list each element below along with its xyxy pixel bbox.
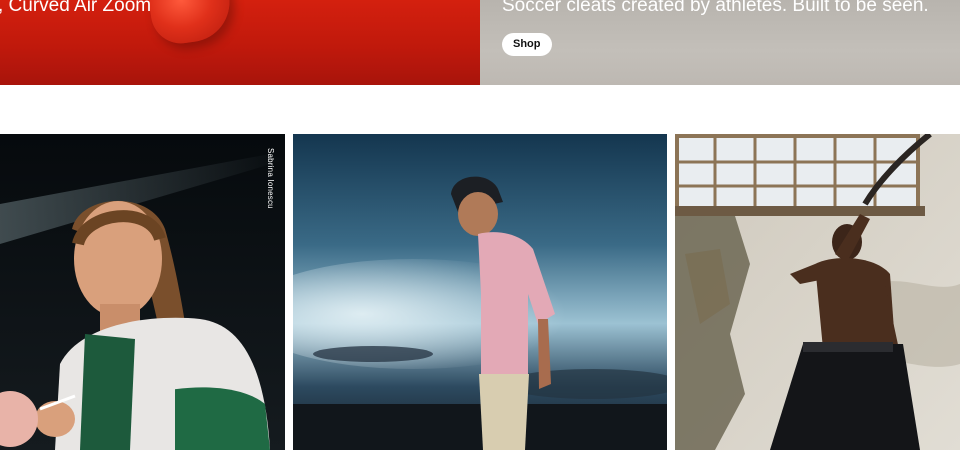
hero-subheadline: Soccer cleats created by athletes. Built… bbox=[502, 0, 929, 16]
man-pink-polo-image bbox=[293, 134, 667, 450]
hero-banner-left[interactable]: , Curved Air Zoom bbox=[0, 0, 480, 85]
page: , Curved Air Zoom Soccer cleats created … bbox=[0, 0, 960, 450]
promo-card-athlete-portrait[interactable]: Sabrina Ionescu bbox=[0, 134, 285, 450]
promo-card-training[interactable] bbox=[675, 134, 960, 450]
athlete-name-caption: Sabrina Ionescu bbox=[266, 148, 275, 209]
shop-button[interactable]: Shop bbox=[502, 33, 552, 56]
hero-banner-right[interactable]: Soccer cleats created by athletes. Built… bbox=[480, 0, 960, 85]
battle-rope-athlete-image bbox=[675, 134, 960, 450]
hero-headline: , Curved Air Zoom bbox=[0, 0, 152, 16]
athlete-portrait-image bbox=[0, 134, 285, 450]
shoe-image bbox=[145, 0, 235, 48]
promo-card-sky-portrait[interactable] bbox=[293, 134, 667, 450]
